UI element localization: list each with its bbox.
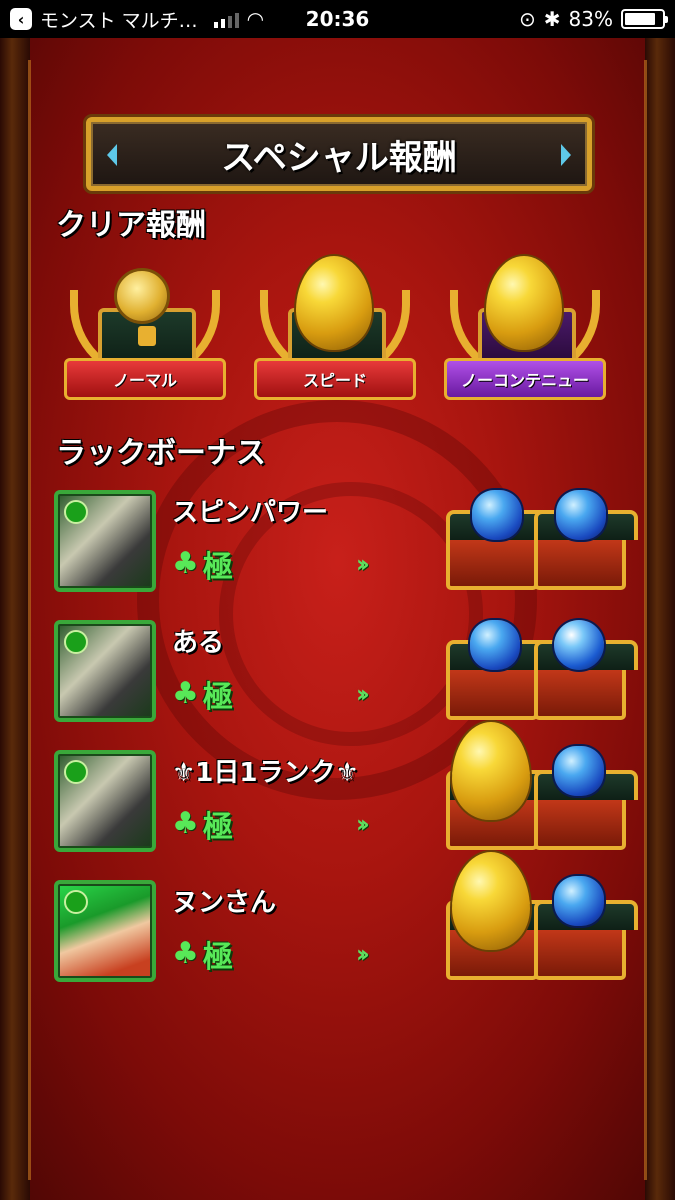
clover-icon: ♣ <box>172 546 199 581</box>
arrow-gem-left-icon <box>107 144 117 166</box>
double-arrow-icon: ›› <box>356 810 370 838</box>
luck-text: 極 <box>202 940 233 975</box>
player-name: スピンパワー <box>172 498 329 528</box>
title-banner: スペシャル報酬 <box>86 117 592 191</box>
reward-ribbon: ノーマル <box>64 358 226 400</box>
player-name: ある <box>172 628 225 658</box>
player-avatar[interactable] <box>54 750 156 852</box>
clover-icon: ♣ <box>172 806 199 841</box>
reward-ribbon: スピード <box>254 358 416 400</box>
luck-text: 極 <box>202 810 233 845</box>
status-bar: ‹ モンスト マルチ… ◠ 20:36 ⊙ ✱ 83% <box>0 0 675 38</box>
clover-icon: ♣ <box>172 676 199 711</box>
luck-bonus-row: ある ♣ 極 ›› <box>54 620 654 728</box>
luck-value: ♣ 極 <box>172 932 233 976</box>
reward-speed: スピード <box>250 250 420 420</box>
double-arrow-icon: ›› <box>356 680 370 708</box>
player-avatar[interactable] <box>54 880 156 982</box>
back-app-label[interactable]: モンスト マルチ… <box>40 6 198 33</box>
treasure-chest-icon <box>534 510 638 590</box>
back-icon[interactable]: ‹ <box>10 8 32 30</box>
element-badge-icon <box>64 760 88 784</box>
treasure-chest-icon <box>446 640 550 720</box>
wifi-icon: ◠ <box>246 7 265 31</box>
blue-gem-icon <box>554 876 604 926</box>
frame-line-left <box>28 60 31 1180</box>
luck-bonus-row: ヌンさん ♣ 極 ›› <box>54 852 654 988</box>
luck-bonus-row: ⚜1日1ランク⚜ ♣ 極 ›› <box>54 722 654 858</box>
clear-rewards-heading: クリア報酬 <box>56 208 206 243</box>
luck-value: ♣ 極 <box>172 802 233 846</box>
blue-orb-icon <box>554 620 604 670</box>
luck-value: ♣ 極 <box>172 542 233 586</box>
element-badge-icon <box>64 630 88 654</box>
golden-egg-icon <box>486 256 562 350</box>
luck-bonus-row: スピンパワー ♣ 極 ›› <box>54 490 654 598</box>
luck-value: ♣ 極 <box>172 672 233 716</box>
reward-ribbon: ノーコンテニュー <box>444 358 606 400</box>
player-name: ヌンさん <box>172 888 277 918</box>
element-badge-icon <box>64 890 88 914</box>
blue-gem-icon <box>470 620 520 670</box>
battery-percent: 83% <box>568 7 613 31</box>
player-avatar[interactable] <box>54 490 156 592</box>
reward-no-continue: ノーコンテニュー <box>440 250 610 420</box>
luck-text: 極 <box>202 680 233 715</box>
page-title: スペシャル報酬 <box>221 137 457 178</box>
golden-egg-icon <box>296 256 372 350</box>
arrow-gem-right-icon <box>561 144 571 166</box>
player-name: ⚜1日1ランク⚜ <box>172 758 359 788</box>
clover-icon: ♣ <box>172 936 199 971</box>
treasure-chest-icon <box>534 770 638 850</box>
luck-bonus-heading: ラックボーナス <box>56 436 266 471</box>
player-avatar[interactable] <box>54 620 156 722</box>
blue-gem-icon <box>556 490 606 540</box>
blue-gem-icon <box>472 490 522 540</box>
frame-right <box>645 38 675 1200</box>
luck-text: 極 <box>202 550 233 585</box>
gold-coin-icon <box>114 268 170 324</box>
bluetooth-icon: ✱ <box>543 7 561 31</box>
double-arrow-icon: ›› <box>356 550 370 578</box>
signal-icon <box>213 10 239 28</box>
battery-fill <box>625 13 655 25</box>
reward-normal: ノーマル <box>60 250 230 420</box>
battery-icon <box>621 9 668 29</box>
treasure-chest-icon <box>446 510 550 590</box>
blue-gem-icon <box>554 746 604 796</box>
orientation-lock-icon: ⊙ <box>519 7 536 31</box>
double-arrow-icon: ›› <box>356 940 370 968</box>
treasure-chest-icon <box>534 900 638 980</box>
frame-left <box>0 38 30 1200</box>
element-badge-icon <box>64 500 88 524</box>
treasure-chest-icon <box>534 640 638 720</box>
